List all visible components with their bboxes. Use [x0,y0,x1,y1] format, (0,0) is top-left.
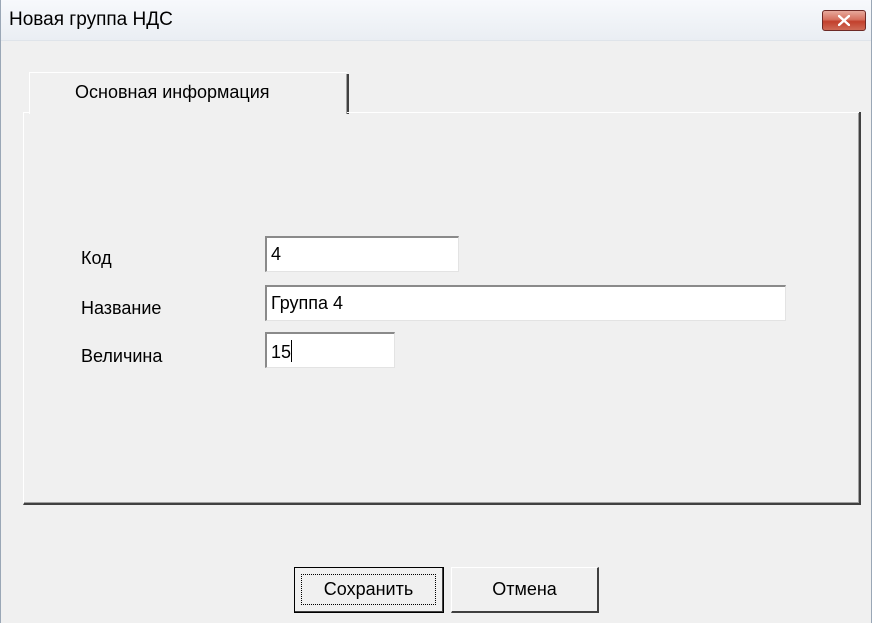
tab-panel-top-border-left [23,112,29,113]
cancel-button[interactable]: Отмена [451,567,599,613]
focus-rectangle [301,574,436,605]
close-button[interactable] [822,10,866,31]
amount-field[interactable]: 15 [265,332,395,368]
name-field[interactable]: Группа 4 [265,285,786,321]
text-caret [291,340,293,362]
name-label: Название [81,298,162,318]
code-label: Код [81,248,112,268]
window-title: Новая группа НДС [9,9,173,30]
save-button[interactable]: Сохранить [294,567,444,613]
tab-main-info-label: Основная информация [75,82,270,102]
code-value: 4 [271,244,282,264]
amount-value: 15 [271,342,292,362]
code-field[interactable]: 4 [265,236,459,272]
amount-label: Величина [81,346,163,366]
close-x-icon [838,15,850,26]
tab-panel-top-border [347,112,859,113]
cancel-button-label: Отмена [492,579,557,599]
name-value: Группа 4 [271,293,344,313]
title-bar[interactable]: Новая группа НДС [1,0,871,41]
dialog-window: Новая группа НДС Основная информация Код… [0,0,872,623]
tab-edge [346,74,349,114]
